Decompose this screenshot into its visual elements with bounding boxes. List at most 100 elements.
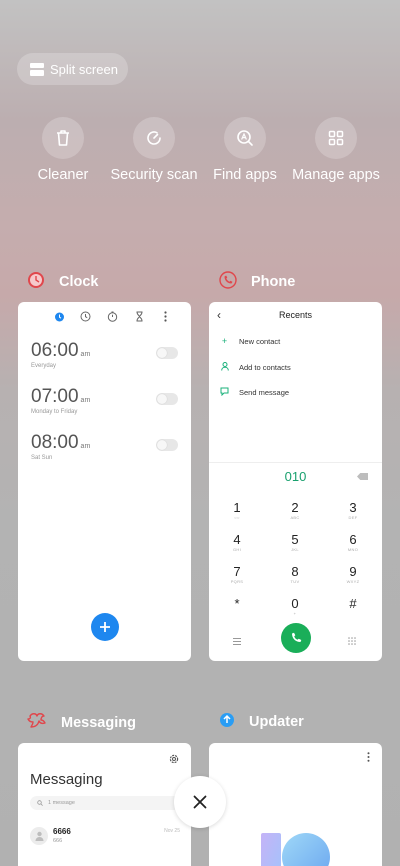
messaging-app-header: Messaging xyxy=(27,712,136,734)
person-icon xyxy=(220,362,229,373)
recents-title: Recents xyxy=(278,310,313,320)
dial-key[interactable]: 3 DEF xyxy=(338,500,368,520)
dial-key[interactable]: 4 GHI xyxy=(222,532,252,552)
clock-tab-icon[interactable] xyxy=(79,309,93,323)
updater-app-icon xyxy=(219,712,235,732)
alarm-ampm: am xyxy=(80,443,91,450)
tool-label: Security scan xyxy=(110,167,198,183)
more-menu-icon[interactable] xyxy=(367,749,370,767)
messaging-app-icon xyxy=(27,712,47,734)
tool-label: Find apps xyxy=(213,167,277,183)
more-menu-icon[interactable] xyxy=(159,309,173,323)
dial-key-letters: JKL xyxy=(291,547,299,552)
action-label: Add to contacts xyxy=(239,363,291,372)
dial-key-digit: 1 xyxy=(233,500,241,515)
alarm-toggle[interactable] xyxy=(156,393,178,405)
dial-key-digit: * xyxy=(234,596,240,611)
dial-key[interactable]: 8 TUV xyxy=(280,564,310,584)
add-to-contacts-item[interactable]: Add to contacts xyxy=(220,362,291,373)
alarm-ampm: am xyxy=(80,397,91,404)
dialpad-toggle-icon[interactable] xyxy=(348,632,356,650)
phone-app-title: Phone xyxy=(251,274,296,290)
alarm-toggle[interactable] xyxy=(156,439,178,451)
security-icon xyxy=(133,117,175,159)
dial-key[interactable]: 6 MNO xyxy=(338,532,368,552)
split-screen-label: Split screen xyxy=(50,61,118,77)
security-scan-button[interactable]: Security scan xyxy=(109,117,199,184)
clock-app-card[interactable]: 06:00 am Everyday 07:00 am Monday to Frida… xyxy=(18,302,191,661)
messaging-heading: Messaging xyxy=(30,771,103,788)
phone-app-icon xyxy=(219,271,237,293)
alarm-time: 06:00 xyxy=(31,340,79,361)
dial-key[interactable]: 9 WXYZ xyxy=(338,564,368,584)
dial-key-digit: 5 xyxy=(291,532,299,547)
dial-key-digit: 6 xyxy=(349,532,357,547)
alarm-repeat: Everyday xyxy=(31,363,57,369)
updater-app-header: Updater xyxy=(219,712,304,732)
dial-key-letters: GHI xyxy=(232,547,241,552)
cleaner-button[interactable]: Cleaner xyxy=(18,117,108,184)
clock-app-icon xyxy=(27,271,45,293)
thread-preview: 666 xyxy=(53,838,63,844)
dialed-number: 010 xyxy=(284,469,307,484)
alarm-time: 07:00 xyxy=(31,386,79,407)
send-message-item[interactable]: Send message xyxy=(220,387,289,398)
stopwatch-tab-icon[interactable] xyxy=(105,309,119,323)
updater-app-title: Updater xyxy=(249,714,304,730)
menu-icon[interactable] xyxy=(233,632,241,645)
dial-key-digit: # xyxy=(349,596,357,611)
clock-app-header: Clock xyxy=(27,271,99,293)
dial-key[interactable]: * xyxy=(222,596,252,611)
alarm-time: 08:00 xyxy=(31,432,79,453)
avatar xyxy=(30,827,48,845)
phone-call-icon xyxy=(292,632,302,642)
timer-tab-icon[interactable] xyxy=(132,309,146,323)
dial-key[interactable]: # xyxy=(338,596,368,611)
thread-date: Nov 25 xyxy=(164,828,180,834)
dial-key[interactable]: 5 JKL xyxy=(280,532,310,552)
dial-key-letters: DEF xyxy=(348,515,358,520)
divider xyxy=(209,462,382,463)
action-label: Send message xyxy=(239,388,290,397)
dial-key[interactable]: 1 ○○ xyxy=(222,500,252,520)
dial-key-digit: 4 xyxy=(233,532,241,547)
settings-gear-icon[interactable] xyxy=(169,751,179,769)
alarm-repeat: Monday to Friday xyxy=(31,409,78,415)
dial-key[interactable]: 0 + xyxy=(280,596,310,616)
dial-key-digit: 3 xyxy=(349,500,357,515)
dial-key-letters: + xyxy=(293,611,297,616)
manage-apps-button[interactable]: Manage apps xyxy=(291,117,381,184)
new-contact-item[interactable]: + New contact xyxy=(220,336,280,346)
dial-key[interactable]: 2 ABC xyxy=(280,500,310,520)
alarm-repeat: Sat Sun xyxy=(31,455,53,461)
conversation-row[interactable]: 6666 666 Nov 25 xyxy=(30,825,180,849)
plus-icon xyxy=(100,622,110,632)
dial-key[interactable]: 7 PQRS xyxy=(222,564,252,584)
phone-app-card[interactable]: ‹ Recents + New contact Add to contacts S… xyxy=(209,302,382,661)
alarm-tab-icon[interactable] xyxy=(52,309,66,323)
find-apps-icon xyxy=(224,117,266,159)
dial-key-letters: PQRS xyxy=(230,579,244,584)
call-button[interactable] xyxy=(281,623,311,653)
dial-key-letters: TUV xyxy=(290,579,300,584)
split-screen-button[interactable]: Split screen xyxy=(17,53,128,85)
action-label: New contact xyxy=(239,336,281,346)
messaging-app-card[interactable]: Messaging 1 message 6666 666 Nov 25 xyxy=(18,743,191,866)
dial-key-digit: 2 xyxy=(291,500,299,515)
search-icon xyxy=(37,800,43,806)
dial-key-digit: 8 xyxy=(291,564,299,579)
dial-key-digit: 7 xyxy=(233,564,241,579)
close-all-button[interactable] xyxy=(174,776,226,828)
alarm-ampm: am xyxy=(80,351,91,358)
plus-icon: + xyxy=(221,336,228,346)
person-icon xyxy=(35,831,43,841)
add-alarm-button[interactable] xyxy=(91,613,119,641)
updater-app-card[interactable] xyxy=(209,743,382,866)
alarm-toggle[interactable] xyxy=(156,347,178,359)
messaging-app-title: Messaging xyxy=(61,715,136,731)
close-icon xyxy=(193,795,207,809)
find-apps-button[interactable]: Find apps xyxy=(200,117,290,184)
phone-app-header: Phone xyxy=(219,271,295,293)
thread-name: 6666 xyxy=(53,827,71,836)
search-input[interactable]: 1 message xyxy=(30,796,180,810)
